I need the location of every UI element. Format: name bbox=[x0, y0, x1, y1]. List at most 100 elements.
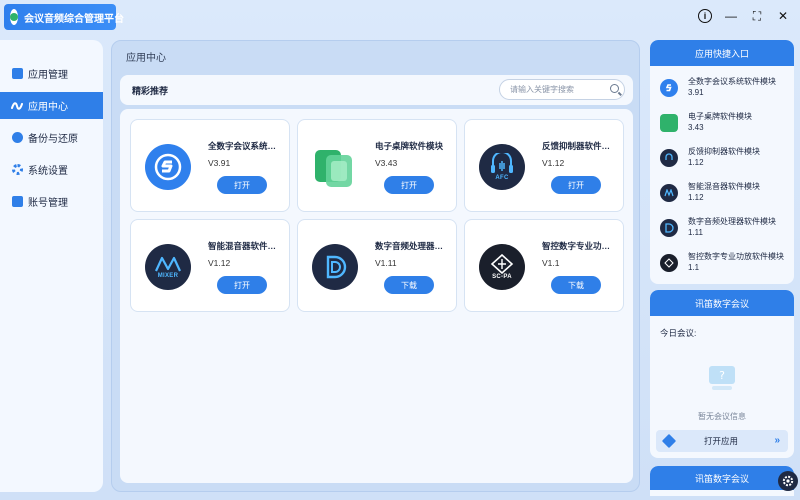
empty-box-icon: ? bbox=[709, 366, 735, 390]
dsp-icon bbox=[660, 219, 678, 237]
sidebar-item-system-settings[interactable]: 系统设置 bbox=[0, 156, 103, 183]
quick-access-title: 应用快捷入口 bbox=[650, 40, 794, 66]
card-name: 反馈抑制器软件模块 bbox=[542, 141, 618, 151]
app-card: MIXER 智能混音器软件模块 V1.12 打开 bbox=[130, 219, 290, 312]
sidebar-item-label: 备份与还原 bbox=[28, 134, 78, 145]
e-nameplate-icon bbox=[660, 114, 678, 132]
sidebar-item-app-center[interactable]: 应用中心 bbox=[0, 92, 103, 119]
card-version: V1.1 bbox=[542, 258, 560, 268]
empty-meeting-text: 暂无会议信息 bbox=[698, 412, 746, 421]
quick-item-name: 电子桌牌软件模块 bbox=[688, 112, 752, 121]
quick-access-panel: 应用快捷入口 全数字会议系统软件模块 3.91 电子桌牌软件模块 3.43 反馈抑制… bbox=[650, 40, 794, 284]
quick-item-version: 1.11 bbox=[688, 228, 703, 237]
digital-conference-icon bbox=[145, 144, 191, 190]
window-controls: i — ⛶ ✕ bbox=[698, 9, 790, 23]
sidebar-item-app-management[interactable]: 应用管理 bbox=[0, 60, 103, 87]
double-chevron-right-icon: » bbox=[774, 435, 780, 446]
quick-item[interactable]: 数字音频处理器软件模块 1.11 bbox=[650, 210, 794, 245]
sidebar-item-label: 账号管理 bbox=[28, 198, 68, 209]
app-management-icon bbox=[11, 68, 23, 80]
minimize-icon[interactable]: — bbox=[724, 9, 738, 23]
mixer-badge: MIXER bbox=[157, 273, 179, 279]
quick-item[interactable]: 全数字会议系统软件模块 3.91 bbox=[650, 70, 794, 105]
quick-item-name: 全数字会议系统软件模块 bbox=[688, 77, 776, 86]
fullscreen-icon[interactable]: ⛶ bbox=[750, 9, 764, 23]
card-version: V1.12 bbox=[542, 158, 565, 168]
featured-label: 精彩推荐 bbox=[132, 85, 169, 96]
quick-item-version: 1.12 bbox=[688, 158, 704, 167]
card-version: V3.43 bbox=[375, 158, 398, 168]
mixer-icon bbox=[660, 184, 678, 202]
e-nameplate-icon bbox=[312, 144, 358, 190]
dsp-icon bbox=[312, 244, 358, 290]
search-icon[interactable] bbox=[610, 84, 619, 93]
sc-pa-icon: SC-PA bbox=[479, 244, 525, 290]
card-name: 智能混音器软件模块 bbox=[208, 241, 284, 251]
card-name: 数字音频处理器软件模块 bbox=[375, 241, 451, 251]
open-app-label: 打开应用 bbox=[703, 436, 738, 446]
backup-icon bbox=[11, 132, 23, 144]
afc-badge: AFC bbox=[495, 175, 509, 181]
download-button[interactable]: 下载 bbox=[384, 276, 434, 294]
sidebar-item-label: 应用管理 bbox=[28, 70, 68, 81]
close-icon[interactable]: ✕ bbox=[776, 9, 790, 23]
info-icon[interactable]: i bbox=[698, 9, 712, 23]
sidebar-item-backup-restore[interactable]: 备份与还原 bbox=[0, 124, 103, 151]
sc-pa-badge: SC-PA bbox=[492, 274, 512, 280]
card-name: 电子桌牌软件模块 bbox=[375, 141, 444, 151]
quick-item[interactable]: 电子桌牌软件模块 3.43 bbox=[650, 105, 794, 140]
open-button[interactable]: 打开 bbox=[384, 176, 434, 194]
card-version: V3.91 bbox=[208, 158, 231, 168]
sc-pa-icon bbox=[660, 254, 678, 272]
today-meeting-label: 今日会议: bbox=[660, 328, 697, 338]
afc-icon: AFC bbox=[479, 144, 525, 190]
quick-item-name: 反馈抑制器软件模块 bbox=[688, 147, 760, 156]
app-center-icon bbox=[11, 100, 23, 112]
meeting-title: 讯笛数字会议 bbox=[650, 290, 794, 316]
gear-icon bbox=[11, 164, 23, 176]
mixer-icon: MIXER bbox=[145, 244, 191, 290]
page-title: 应用中心 bbox=[126, 53, 166, 64]
card-version: V1.11 bbox=[375, 258, 397, 268]
meeting-title-2: 讯笛数字会议 bbox=[650, 466, 794, 490]
quick-item-version: 3.91 bbox=[688, 88, 704, 97]
card-name: 全数字会议系统软件模块 bbox=[208, 141, 284, 151]
sidebar-item-account-management[interactable]: 账号管理 bbox=[0, 188, 103, 215]
quick-item-version: 1.1 bbox=[688, 263, 700, 272]
open-button[interactable]: 打开 bbox=[217, 176, 267, 194]
app-logo-icon bbox=[10, 9, 18, 25]
app-card: SC-PA 智控数字专业功放软件模块 V1.1 下载 bbox=[464, 219, 624, 312]
open-button[interactable]: 打开 bbox=[551, 176, 601, 194]
quick-item[interactable]: 反馈抑制器软件模块 1.12 bbox=[650, 140, 794, 175]
quick-item[interactable]: 智能混音器软件模块 1.12 bbox=[650, 175, 794, 210]
main-panel: 应用中心 精彩推荐 全数字会议系统软件模块 V3.91 打开 bbox=[111, 40, 640, 492]
quick-item[interactable]: 智控数字专业功放软件模块 1.1 bbox=[650, 245, 794, 280]
app-card: 全数字会议系统软件模块 V3.91 打开 bbox=[130, 119, 290, 212]
sidebar-item-label: 系统设置 bbox=[28, 166, 68, 177]
app-title: 会议音频综合管理平台 bbox=[24, 13, 124, 25]
quick-item-name: 数字音频处理器软件模块 bbox=[688, 217, 776, 226]
meeting-panel-2: 讯笛数字会议 bbox=[650, 466, 794, 496]
sidebar: 应用管理 应用中心 备份与还原 系统设置 账号管理 bbox=[0, 40, 103, 492]
app-grid: 全数字会议系统软件模块 V3.91 打开 电子桌牌软件模块 V3.43 打开 bbox=[120, 109, 633, 483]
quick-item-name: 智能混音器软件模块 bbox=[688, 182, 760, 191]
settings-gear-icon[interactable] bbox=[778, 471, 798, 491]
open-app-button[interactable]: 打开应用 » bbox=[656, 430, 788, 452]
app-badge: 会议音频综合管理平台 bbox=[4, 4, 124, 30]
app-card: AFC 反馈抑制器软件模块 V1.12 打开 bbox=[464, 119, 624, 212]
quick-item-name: 智控数字专业功放软件模块 bbox=[688, 252, 784, 261]
download-button[interactable]: 下载 bbox=[551, 276, 601, 294]
app-card: 数字音频处理器软件模块 V1.11 下载 bbox=[297, 219, 457, 312]
card-version: V1.12 bbox=[208, 258, 231, 268]
search-input[interactable] bbox=[499, 79, 625, 100]
quick-item-version: 3.43 bbox=[688, 123, 704, 132]
open-button[interactable]: 打开 bbox=[217, 276, 267, 294]
account-icon bbox=[11, 196, 23, 208]
digital-conference-icon bbox=[660, 79, 678, 97]
featured-bar: 精彩推荐 bbox=[120, 75, 633, 105]
card-name: 智控数字专业功放软件模块 bbox=[542, 241, 618, 251]
afc-icon bbox=[660, 149, 678, 167]
meeting-panel: 讯笛数字会议 今日会议: ? 暂无会议信息 打开应用 » bbox=[650, 290, 794, 458]
sidebar-item-label: 应用中心 bbox=[28, 102, 68, 113]
title-bar: 会议音频综合管理平台 i — ⛶ ✕ bbox=[0, 0, 800, 34]
